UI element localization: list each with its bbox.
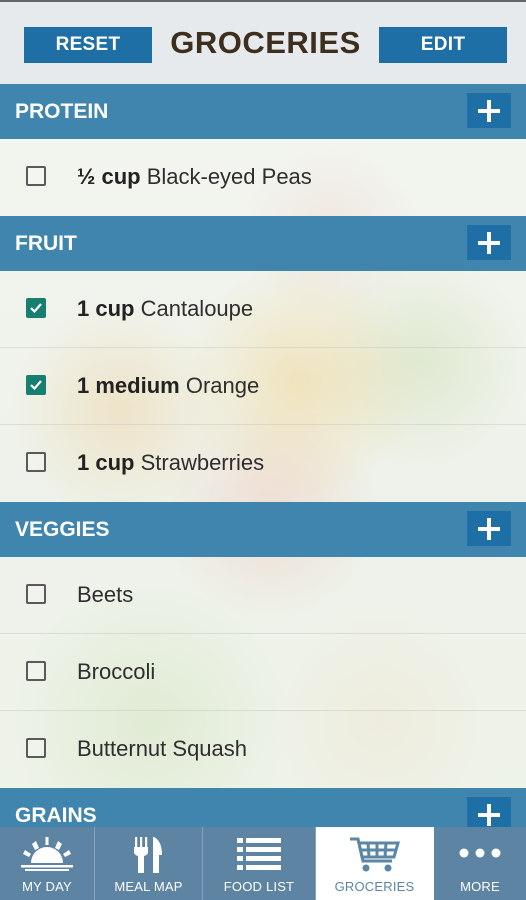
- item-quantity: 1 cup: [77, 450, 135, 475]
- item-name: Beets: [77, 582, 134, 607]
- item-label: Beets: [77, 582, 133, 608]
- item-quantity: 1 medium: [77, 373, 180, 398]
- section-header-veggies: VEGGIES: [0, 502, 526, 557]
- checkbox[interactable]: [26, 452, 46, 472]
- checkbox[interactable]: [26, 661, 46, 681]
- tab-my-day[interactable]: MY DAY: [0, 827, 95, 900]
- list-item[interactable]: 1 medium Orange: [0, 348, 526, 425]
- list-icon: [237, 838, 281, 870]
- add-veggies-button[interactable]: [467, 511, 511, 546]
- edit-button[interactable]: EDIT: [379, 27, 507, 63]
- more-icon: [459, 848, 501, 858]
- item-name: Cantaloupe: [140, 296, 254, 321]
- tab-label: GROCERIES: [334, 879, 415, 894]
- item-name: Butternut Squash: [77, 736, 248, 761]
- list-item[interactable]: Butternut Squash: [0, 711, 526, 788]
- checkmark-icon: [30, 303, 42, 314]
- item-label: ½ cup Black-eyed Peas: [77, 164, 312, 190]
- checkmark-icon: [30, 380, 42, 391]
- item-name: Strawberries: [140, 450, 265, 475]
- item-quantity: 1 cup: [77, 296, 135, 321]
- item-label: Broccoli: [77, 659, 155, 685]
- list-item[interactable]: Broccoli: [0, 634, 526, 711]
- tab-label: MY DAY: [22, 879, 72, 894]
- bottom-tab-bar: MY DAY MEAL MAP FOOD LIST GROCERIES MORE: [0, 827, 526, 900]
- tab-more[interactable]: MORE: [434, 827, 526, 900]
- item-label: 1 medium Orange: [77, 373, 259, 399]
- item-name: Broccoli: [77, 659, 156, 684]
- tab-label: FOOD LIST: [223, 879, 295, 894]
- section-title: PROTEIN: [15, 100, 109, 123]
- section-title: GRAINS: [15, 804, 97, 827]
- plus-icon: [478, 231, 500, 254]
- plus-icon: [478, 803, 500, 826]
- tab-label: MORE: [460, 879, 500, 894]
- reset-button[interactable]: RESET: [24, 27, 152, 63]
- section-header-protein: PROTEIN: [0, 84, 526, 139]
- app-header: RESET GROCERIES EDIT: [0, 0, 526, 84]
- add-protein-button[interactable]: [467, 93, 511, 128]
- checkbox[interactable]: [26, 166, 46, 186]
- tab-meal-map[interactable]: MEAL MAP: [95, 827, 203, 900]
- item-name: Orange: [185, 373, 260, 398]
- item-label: Butternut Squash: [77, 736, 247, 762]
- list-item[interactable]: 1 cup Strawberries: [0, 425, 526, 502]
- section-title: VEGGIES: [15, 518, 110, 541]
- add-fruit-button[interactable]: [467, 225, 511, 260]
- cart-icon: [349, 837, 400, 872]
- plus-icon: [478, 517, 500, 540]
- section-title: FRUIT: [15, 232, 77, 255]
- item-name: Black-eyed Peas: [146, 164, 312, 189]
- plus-icon: [478, 99, 500, 122]
- checkbox[interactable]: [26, 584, 46, 604]
- checkbox-checked[interactable]: [26, 298, 46, 318]
- checkbox-checked[interactable]: [26, 375, 46, 395]
- section-header-fruit: FRUIT: [0, 216, 526, 271]
- list-item[interactable]: 1 cup Cantaloupe: [0, 271, 526, 348]
- list-item[interactable]: ½ cup Black-eyed Peas: [0, 139, 526, 216]
- sunrise-icon: [21, 837, 73, 871]
- grocery-list: PROTEIN ½ cup Black-eyed Peas FRUIT 1 cu…: [0, 84, 526, 843]
- item-quantity: ½ cup: [77, 164, 141, 189]
- item-label: 1 cup Cantaloupe: [77, 296, 253, 322]
- list-item[interactable]: Beets: [0, 557, 526, 634]
- page-title: GROCERIES: [170, 25, 361, 60]
- tab-groceries[interactable]: GROCERIES: [316, 827, 434, 900]
- tab-label: MEAL MAP: [114, 879, 183, 894]
- fork-knife-icon: [133, 837, 162, 873]
- tab-food-list[interactable]: FOOD LIST: [203, 827, 316, 900]
- item-label: 1 cup Strawberries: [77, 450, 264, 476]
- checkbox[interactable]: [26, 738, 46, 758]
